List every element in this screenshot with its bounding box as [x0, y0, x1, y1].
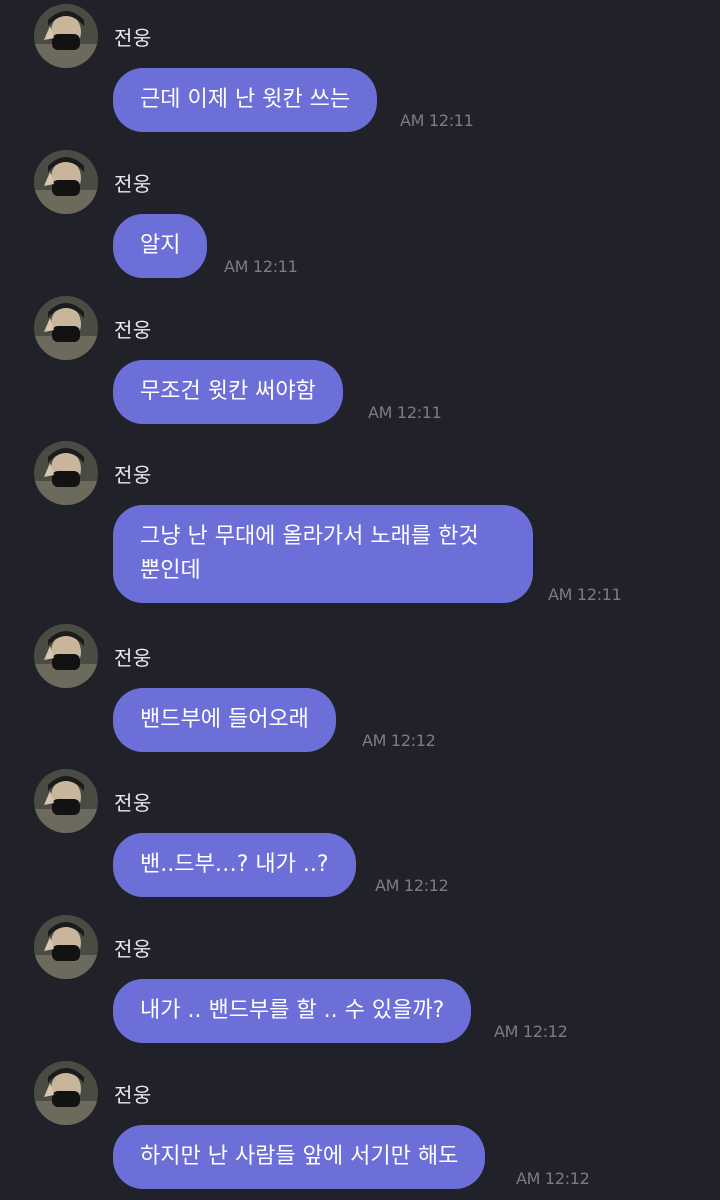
message-timestamp: AM 12:11 [368, 403, 442, 422]
profile-photo-icon [34, 150, 98, 214]
profile-photo-icon [34, 441, 98, 505]
sender-name: 전웅 [114, 318, 152, 342]
message-bubble[interactable]: 그냥 난 무대에 올라가서 노래를 한것 뿐인데 [113, 505, 533, 603]
profile-photo-icon [34, 624, 98, 688]
message-timestamp: AM 12:12 [375, 876, 449, 895]
avatar[interactable] [34, 4, 98, 68]
sender-name: 전웅 [114, 791, 152, 815]
profile-photo-icon [34, 915, 98, 979]
avatar[interactable] [34, 769, 98, 833]
message-group: 전웅 근데 이제 난 윗칸 쓰는 AM 12:11 [0, 4, 720, 136]
sender-name: 전웅 [114, 1083, 152, 1107]
message-bubble[interactable]: 밴드부에 들어오래 [113, 688, 336, 752]
message-bubble[interactable]: 근데 이제 난 윗칸 쓰는 [113, 68, 378, 132]
sender-name: 전웅 [114, 172, 152, 196]
message-bubble[interactable]: 하지만 난 사람들 앞에 서기만 해도 [113, 1125, 486, 1189]
message-timestamp: AM 12:11 [400, 111, 474, 130]
message-group: 전웅 하지만 난 사람들 앞에 서기만 해도 AM 12:12 [0, 1061, 720, 1193]
avatar[interactable] [34, 1061, 98, 1125]
sender-name: 전웅 [114, 646, 152, 670]
message-timestamp: AM 12:11 [224, 257, 298, 276]
message-timestamp: AM 12:12 [516, 1169, 590, 1188]
message-group: 전웅 내가 .. 밴드부를 할 .. 수 있을까? AM 12:12 [0, 915, 720, 1047]
avatar[interactable] [34, 441, 98, 505]
message-bubble[interactable]: 무조건 윗칸 써야함 [113, 360, 343, 424]
message-timestamp: AM 12:12 [362, 731, 436, 750]
profile-photo-icon [34, 1061, 98, 1125]
message-bubble[interactable]: 알지 [113, 214, 208, 278]
sender-name: 전웅 [114, 463, 152, 487]
avatar[interactable] [34, 624, 98, 688]
profile-photo-icon [34, 296, 98, 360]
message-group: 전웅 밴..드부…? 내가 ..? AM 12:12 [0, 769, 720, 901]
sender-name: 전웅 [114, 26, 152, 50]
message-bubble[interactable]: 밴..드부…? 내가 ..? [113, 833, 356, 897]
avatar[interactable] [34, 915, 98, 979]
sender-name: 전웅 [114, 937, 152, 961]
message-group: 전웅 밴드부에 들어오래 AM 12:12 [0, 624, 720, 756]
profile-photo-icon [34, 4, 98, 68]
message-group: 전웅 알지 AM 12:11 [0, 150, 720, 282]
chat-message-list[interactable]: 전웅 근데 이제 난 윗칸 쓰는 AM 12:11 전웅 알지 AM 12:11 [0, 0, 720, 1200]
message-bubble[interactable]: 내가 .. 밴드부를 할 .. 수 있을까? [113, 979, 472, 1043]
message-timestamp: AM 12:12 [494, 1022, 568, 1041]
avatar[interactable] [34, 150, 98, 214]
message-timestamp: AM 12:11 [548, 585, 622, 604]
profile-photo-icon [34, 769, 98, 833]
message-group: 전웅 그냥 난 무대에 올라가서 노래를 한것 뿐인데 AM 12:11 [0, 441, 720, 611]
avatar[interactable] [34, 296, 98, 360]
message-group: 전웅 무조건 윗칸 써야함 AM 12:11 [0, 296, 720, 428]
